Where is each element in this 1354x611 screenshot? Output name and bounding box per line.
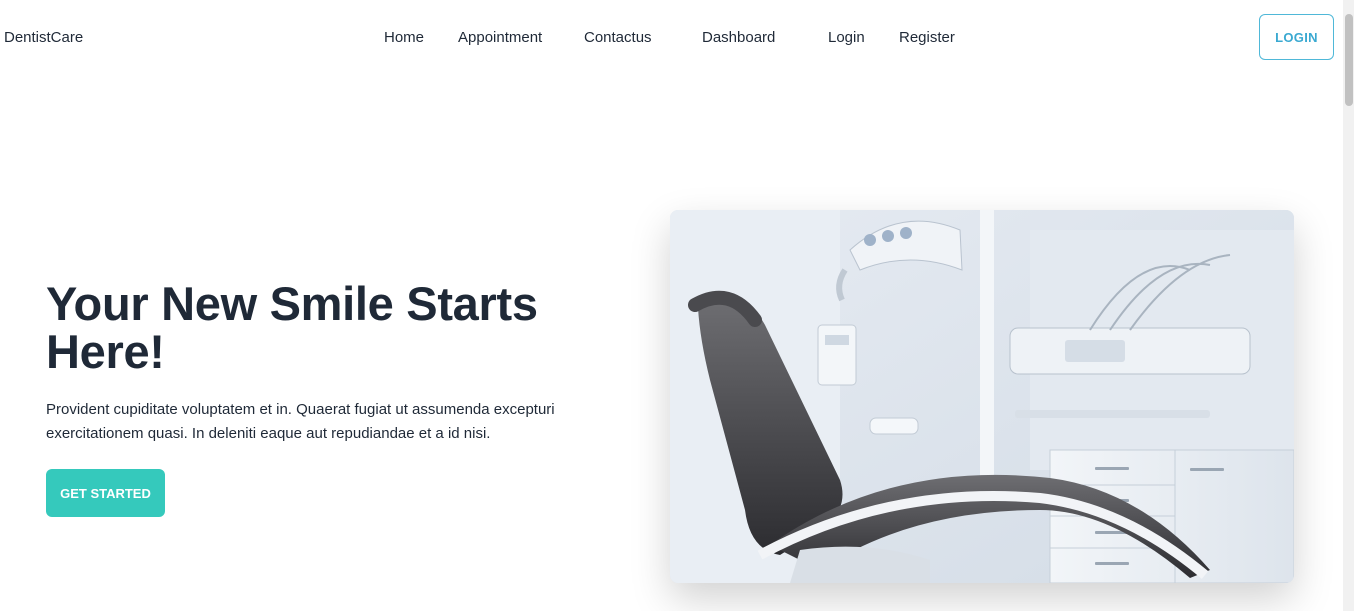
nav-dashboard[interactable]: Dashboard: [702, 29, 775, 46]
nav-login[interactable]: Login: [828, 29, 865, 46]
hero-title: Your New Smile Starts Here!: [46, 277, 538, 378]
dental-chair-illustration: [670, 210, 1294, 583]
nav-register[interactable]: Register: [899, 29, 955, 46]
page: DentistCare Home Appointment Contactus D…: [0, 0, 1354, 611]
nav-contactus[interactable]: Contactus: [584, 29, 652, 46]
login-button[interactable]: LOGIN: [1259, 14, 1334, 60]
scrollbar-thumb[interactable]: [1345, 14, 1353, 106]
nav-home[interactable]: Home: [384, 29, 424, 46]
hero-description: Provident cupiditate voluptatem et in. Q…: [46, 401, 555, 442]
nav-appointment[interactable]: Appointment: [458, 29, 542, 46]
get-started-button[interactable]: GET STARTED: [46, 469, 165, 517]
hero-image: [670, 210, 1294, 583]
brand-logo[interactable]: DentistCare: [4, 29, 83, 46]
